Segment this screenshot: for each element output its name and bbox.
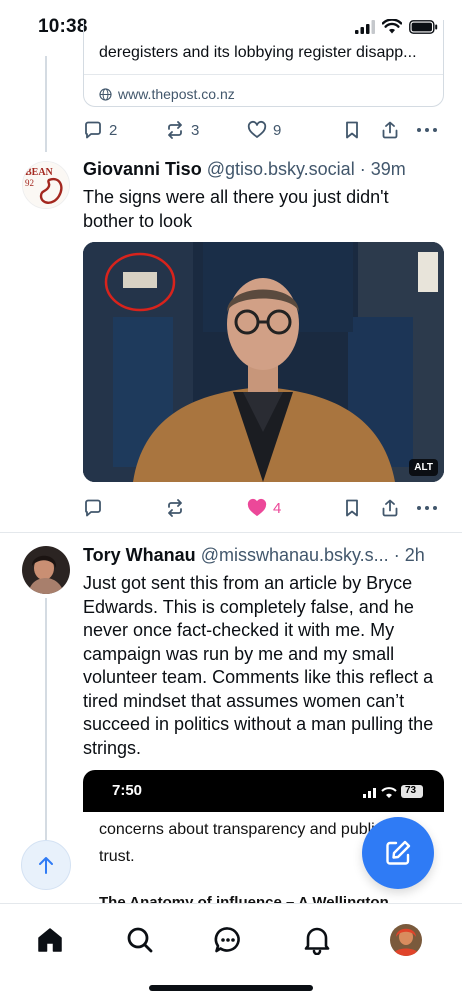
reply-button[interactable]: 2 <box>83 116 117 144</box>
profile-avatar <box>390 924 422 956</box>
separator-dot: · <box>393 545 400 565</box>
scroll-to-top-button[interactable] <box>21 840 71 890</box>
link-domain-row: www.thepost.co.nz <box>99 86 235 102</box>
alt-text-badge[interactable]: ALT <box>409 459 438 476</box>
home-indicator <box>149 985 313 991</box>
post-age[interactable]: 39m <box>371 159 406 179</box>
bookmark-icon <box>346 499 358 517</box>
home-icon <box>38 928 62 952</box>
repost-icon <box>168 499 182 517</box>
chat-icon <box>214 927 240 953</box>
nav-notifications[interactable] <box>297 920 337 960</box>
post-text-giovanni: The signs were all there you just didn't… <box>83 187 389 231</box>
author-handle[interactable]: @misswhanau.bsky.s... <box>201 545 389 565</box>
bookmark-button[interactable] <box>342 494 362 522</box>
avatar-giovanni[interactable]: BEAN 92 <box>22 161 70 209</box>
status-time: 10:38 <box>38 16 88 37</box>
giovanni-post-actions: 4 <box>83 494 444 522</box>
share-button[interactable] <box>380 494 400 522</box>
like-count: 4 <box>273 499 282 517</box>
nav-home[interactable] <box>30 920 70 960</box>
nav-search[interactable] <box>120 920 160 960</box>
post-text-tory: Just got sent this from an article by Br… <box>83 573 434 758</box>
post-header-giovanni: Giovanni Tiso @gtiso.bsky.social · 39m <box>83 159 444 180</box>
post-separator <box>0 532 462 533</box>
arrow-up-icon <box>39 857 53 874</box>
more-options-button[interactable] <box>416 116 438 144</box>
svg-text:92: 92 <box>25 178 34 188</box>
share-icon <box>382 499 398 517</box>
search-icon <box>127 927 153 953</box>
portrait-photo <box>83 242 444 482</box>
repost-button[interactable] <box>165 494 185 522</box>
bell-icon <box>304 927 330 955</box>
link-card[interactable]: deregisters and its lobbying register di… <box>83 20 444 107</box>
repost-button[interactable]: 3 <box>165 116 199 144</box>
more-options-button[interactable] <box>416 494 438 522</box>
share-icon <box>382 121 398 139</box>
heart-icon <box>247 120 267 138</box>
thread-line-top <box>45 56 47 152</box>
link-description: deregisters and its lobbying register di… <box>99 44 417 61</box>
post-header-tory: Tory Whanau @misswhanau.bsky.s... · 2h <box>83 545 444 566</box>
post-image-giovanni[interactable]: ALT <box>83 242 444 482</box>
embedded-time: 7:50 <box>112 782 143 799</box>
post-age[interactable]: 2h <box>405 545 425 565</box>
embedded-battery: 73 <box>405 785 417 796</box>
author-handle[interactable]: @gtiso.bsky.social <box>207 159 355 179</box>
link-domain: www.thepost.co.nz <box>118 86 235 102</box>
separator-dot: · <box>359 159 366 179</box>
nav-profile[interactable] <box>386 920 426 960</box>
author-name[interactable]: Giovanni Tiso <box>83 159 202 179</box>
top-post-actions: 2 3 9 <box>83 116 444 144</box>
thread-line-bottom <box>45 598 47 840</box>
reply-icon <box>85 499 101 517</box>
bean-avatar-image: BEAN 92 <box>23 162 69 208</box>
link-card-divider <box>84 74 443 75</box>
tory-avatar-image <box>22 546 70 594</box>
reply-button[interactable] <box>83 494 103 522</box>
nav-chat[interactable] <box>208 920 248 960</box>
heart-filled-icon <box>247 498 267 516</box>
like-count: 9 <box>273 121 282 139</box>
share-button[interactable] <box>380 116 400 144</box>
pencil-square-icon <box>386 840 411 865</box>
bookmark-icon <box>346 121 358 139</box>
reply-count: 2 <box>109 121 118 139</box>
compose-button[interactable] <box>362 817 434 889</box>
bookmark-button[interactable] <box>342 116 362 144</box>
repost-count: 3 <box>191 121 200 139</box>
embedded-status-bar: 7:50 73 <box>83 770 444 812</box>
repost-icon <box>168 121 182 139</box>
reply-icon <box>85 121 101 139</box>
embedded-status-icons <box>363 785 423 798</box>
ellipsis-icon <box>417 506 437 510</box>
like-button[interactable]: 9 <box>247 116 281 144</box>
avatar-tory[interactable] <box>22 546 70 594</box>
svg-text:BEAN: BEAN <box>25 167 54 178</box>
globe-icon <box>99 87 112 101</box>
ellipsis-icon <box>417 128 437 132</box>
like-button[interactable]: 4 <box>247 494 281 522</box>
author-name[interactable]: Tory Whanau <box>83 545 196 565</box>
